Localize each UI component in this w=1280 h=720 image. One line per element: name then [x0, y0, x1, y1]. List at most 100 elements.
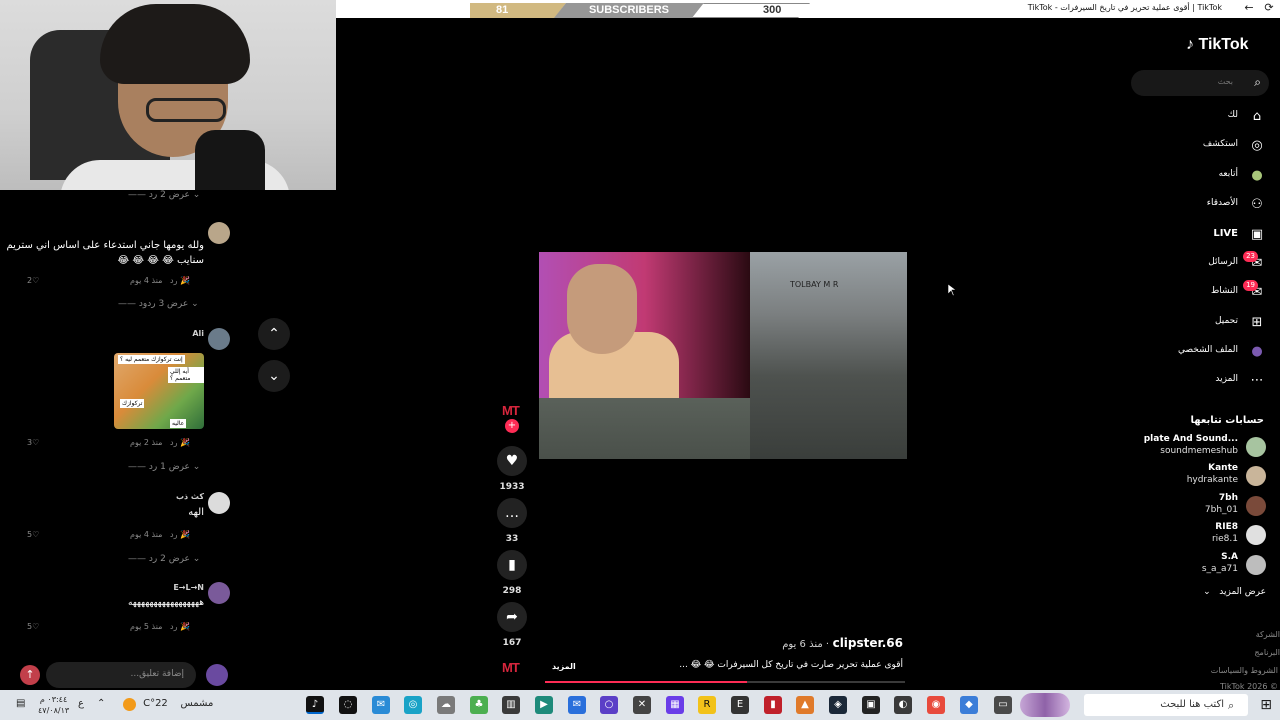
nav-upload[interactable]: ⊞ تحميل — [1186, 312, 1266, 334]
share-action[interactable]: ➦ 167 — [496, 602, 528, 648]
view-replies[interactable]: ⌄ عرض 1 رد —— — [128, 462, 200, 472]
nav-friends[interactable]: ⚇ الأصدقاء — [1186, 194, 1266, 216]
share-icon[interactable]: ➦ — [497, 602, 527, 632]
footer-company[interactable]: الشركة — [1256, 630, 1280, 639]
see-more-button[interactable]: المزيد — [552, 662, 576, 671]
edge-icon[interactable]: ◎ — [404, 696, 422, 714]
task-view-icon[interactable]: ▭ — [994, 696, 1012, 714]
comment-input[interactable]: إضافة تعليق... — [46, 662, 196, 688]
post-comment-button[interactable]: ↑ — [20, 665, 40, 685]
app-icon[interactable]: ▥ — [502, 696, 520, 714]
app-icon[interactable]: ☁ — [437, 696, 455, 714]
comment-image[interactable]: إنت تركوازك متعمم ليه ؟ أيه إللي متعمم ؟… — [114, 353, 204, 429]
comment-action[interactable]: … 33 — [496, 498, 528, 544]
save-action[interactable]: ▮ 298 — [496, 550, 528, 596]
comment-like-count[interactable]: 5♡ — [27, 530, 39, 539]
tiktok-taskbar-icon[interactable]: ♪ — [306, 696, 324, 714]
follow-button[interactable]: + — [505, 419, 519, 433]
upload-icon: ⊞ — [1251, 315, 1263, 330]
view-replies[interactable]: ⌄ عرض 3 ردود —— — [118, 299, 199, 309]
search-icon[interactable]: ⌕ — [1228, 699, 1234, 713]
nav-for-you[interactable]: ⌂ لك — [1186, 106, 1266, 128]
nav-messages[interactable]: ✉ 23 الرسائل — [1186, 251, 1266, 275]
nav-live[interactable]: ▣ LIVE — [1186, 224, 1266, 246]
taskbar-search-input[interactable]: اكتب هنا للبحث — [1084, 694, 1248, 716]
avatar[interactable] — [208, 582, 230, 604]
heart-icon[interactable]: ♥ — [497, 446, 527, 476]
video-author[interactable]: clipster.66 — [833, 636, 903, 650]
app-icon[interactable]: ✕ — [633, 696, 651, 714]
next-video-button[interactable]: ⌄ — [258, 360, 290, 392]
search-highlight-image[interactable] — [1020, 693, 1070, 717]
nav-profile[interactable]: ● الملف الشخصي — [1166, 341, 1266, 363]
copilot-icon[interactable]: ◆ — [960, 696, 978, 714]
bookmark-icon[interactable]: ▮ — [497, 550, 527, 580]
view-replies[interactable]: ⌄ عرض 2 رد —— — [128, 554, 200, 564]
nav-more[interactable]: ⋯ المزيد — [1186, 370, 1266, 392]
comment-like-count[interactable]: 5♡ — [27, 622, 39, 631]
chevron-up-icon[interactable]: ⌃ — [97, 698, 105, 709]
following-account[interactable]: 7bh 7bh_01 — [1136, 493, 1266, 519]
chrome-icon[interactable]: ◉ — [927, 696, 945, 714]
app-icon[interactable]: ♣ — [470, 696, 488, 714]
search-input[interactable]: بحث — [1218, 77, 1233, 86]
back-icon[interactable]: ← — [1242, 1, 1256, 15]
discord-icon[interactable]: ▣ — [862, 696, 880, 714]
following-account[interactable]: S.A s_a_a71 — [1136, 552, 1266, 578]
nav-following[interactable]: ● أتابعه — [1186, 165, 1266, 187]
like-action[interactable]: ♥ 1933 — [496, 446, 528, 492]
app-icon[interactable]: ◌ — [339, 696, 357, 714]
comment-author[interactable]: Ali — [192, 329, 204, 338]
app-icon[interactable]: ▶ — [535, 696, 553, 714]
comment-author[interactable]: E→L→N — [128, 583, 204, 592]
video-player[interactable]: TOLBAY M R — [539, 252, 907, 459]
notification-icon[interactable]: ▤ — [16, 698, 25, 709]
streamer-hair — [100, 4, 250, 84]
search-icon[interactable]: ⌕ — [1254, 75, 1261, 90]
video-progress-bar[interactable] — [545, 681, 905, 683]
nav-explore[interactable]: ◎ استكشف — [1186, 135, 1266, 157]
app-icon[interactable]: ▮ — [764, 696, 782, 714]
following-account[interactable]: plate And Sound... soundmemeshub — [1136, 434, 1266, 460]
view-replies[interactable]: ⌄ عرض 2 رد —— — [128, 190, 200, 200]
refresh-icon[interactable]: ⟳ — [1262, 1, 1276, 15]
show-more-accounts[interactable]: عرض المزيد ⌄ — [1203, 587, 1266, 597]
epic-games-icon[interactable]: E — [731, 696, 749, 714]
weather-widget[interactable]: مشمس 22°C — [124, 698, 213, 709]
comment-like-count[interactable]: 3♡ — [27, 438, 39, 447]
tab-title[interactable]: TikTok | أقوى عملية تحرير في تاريخ السير… — [1028, 3, 1222, 12]
taskbar-clock[interactable]: ٠٣:٤٤ م ٤٧/٠٨/١٣ — [38, 694, 69, 716]
app-grid-icon[interactable]: ▦ — [666, 696, 684, 714]
music-disc-icon[interactable]: MT — [502, 660, 520, 675]
tiktok-logo[interactable]: ♪ TikTok — [1186, 36, 1249, 54]
following-account[interactable]: Kante hydrakante — [1136, 463, 1266, 489]
mail-icon[interactable]: ✉ — [372, 696, 390, 714]
user-avatar — [206, 664, 228, 686]
language-indicator[interactable]: ع — [78, 698, 84, 709]
comment-meta: 🎉 رد منذ 5 يوم — [130, 622, 190, 631]
avatar — [1246, 466, 1266, 486]
search-box[interactable]: بحث ⌕ — [1131, 70, 1269, 96]
comment-icon[interactable]: … — [497, 498, 527, 528]
windows-start-icon[interactable]: ⊞ — [1260, 697, 1272, 713]
profile-avatar-icon: ● — [1251, 344, 1263, 359]
obs-icon[interactable]: ◐ — [894, 696, 912, 714]
footer-terms[interactable]: الشروط والسياسات — [1211, 666, 1278, 675]
rockstar-icon[interactable]: R — [698, 696, 716, 714]
video-description: أقوى عملية تحرير صارت في تاريخ كل السيرف… — [679, 660, 903, 670]
nav-activity[interactable]: ✉ 19 النشاط — [1186, 280, 1266, 304]
outlook-icon[interactable]: ✉ — [568, 696, 586, 714]
comment-author[interactable]: كث ذب — [176, 492, 204, 501]
avatar[interactable] — [208, 328, 230, 350]
previous-video-button[interactable]: ⌃ — [258, 318, 290, 350]
creator-avatar[interactable]: MT — [502, 403, 520, 418]
avatar[interactable] — [208, 222, 230, 244]
following-account[interactable]: RIE8 rie8.1 — [1136, 522, 1266, 548]
avatar[interactable] — [208, 492, 230, 514]
app-icon[interactable]: ▲ — [796, 696, 814, 714]
steam-icon[interactable]: ◈ — [829, 696, 847, 714]
comment-like-count[interactable]: 2♡ — [27, 276, 39, 285]
account-name: 7bh — [1218, 493, 1238, 503]
app-icon[interactable]: ○ — [600, 696, 618, 714]
footer-program[interactable]: البرنامج — [1254, 648, 1280, 657]
